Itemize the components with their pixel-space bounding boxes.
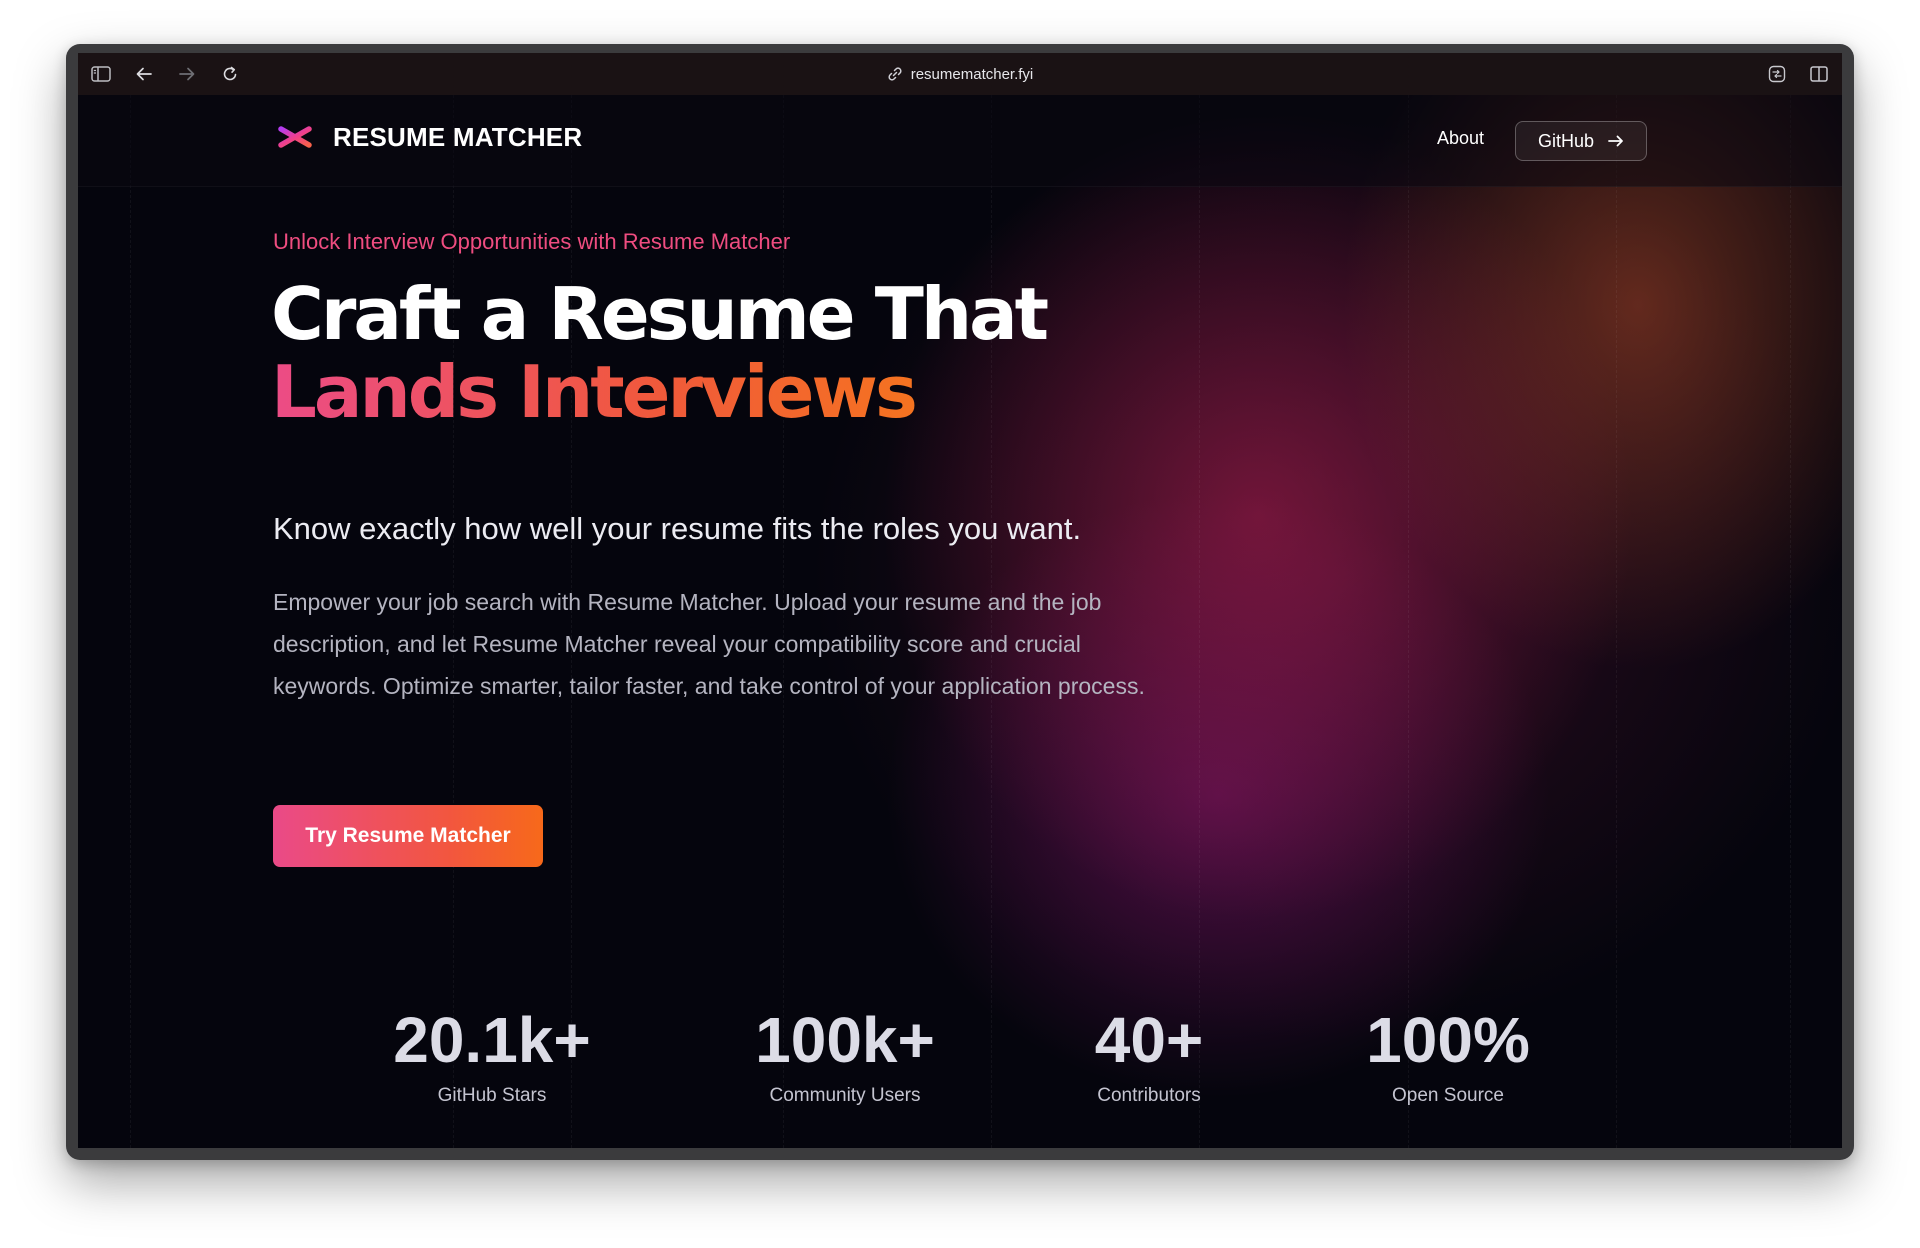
split-view-icon[interactable] <box>1808 63 1830 85</box>
browser-window: resumematcher.fyi RESUME MATCHER About G… <box>66 44 1854 1160</box>
hero-headline: Craft a Resume That Lands Interviews <box>271 272 1049 434</box>
hero-subheading: Know exactly how well your resume fits t… <box>273 511 1082 546</box>
stat-label: GitHub Stars <box>437 1085 547 1106</box>
browser-toolbar: resumematcher.fyi <box>78 53 1842 95</box>
address-bar[interactable]: resumematcher.fyi <box>78 53 1842 95</box>
nav-about-link[interactable]: About <box>1437 128 1484 149</box>
headline-line-1: Craft a Resume That <box>271 272 1049 356</box>
stat-label: Open Source <box>1392 1085 1504 1106</box>
try-resume-matcher-button[interactable]: Try Resume Matcher <box>273 805 543 867</box>
stat-label: Community Users <box>769 1085 921 1106</box>
stat-github-stars: 20.1k+ GitHub Stars <box>342 1005 642 1107</box>
github-button[interactable]: GitHub <box>1515 121 1647 161</box>
hero-eyebrow: Unlock Interview Opportunities with Resu… <box>273 229 791 254</box>
link-icon <box>887 66 903 82</box>
brand-name: RESUME MATCHER <box>333 121 583 152</box>
stat-value: 20.1k+ <box>393 1004 591 1076</box>
grid-line <box>1199 95 1200 1148</box>
stat-value: 40+ <box>1094 1004 1204 1076</box>
extension-icon[interactable] <box>1766 63 1788 85</box>
web-page: RESUME MATCHER About GitHub Unlock Inter… <box>78 95 1842 1148</box>
grid-line <box>130 95 131 1148</box>
grid-line <box>1790 95 1791 1148</box>
stat-contributors: 40+ Contributors <box>999 1005 1299 1107</box>
url-text: resumematcher.fyi <box>910 65 1034 83</box>
stat-value: 100% <box>1366 1004 1530 1076</box>
stat-label: Contributors <box>1097 1085 1201 1106</box>
grid-line <box>1616 95 1617 1148</box>
stat-community-users: 100k+ Community Users <box>695 1005 995 1107</box>
hero-description: Empower your job search with Resume Matc… <box>273 589 1145 699</box>
site-header: RESUME MATCHER About GitHub <box>78 95 1842 187</box>
brand-logo[interactable]: RESUME MATCHER <box>275 117 582 157</box>
stat-value: 100k+ <box>755 1004 935 1076</box>
grid-line <box>1408 95 1409 1148</box>
browser-viewport: resumematcher.fyi RESUME MATCHER About G… <box>78 53 1842 1148</box>
stat-open-source: 100% Open Source <box>1298 1005 1598 1107</box>
headline-line-2: Lands Interviews <box>271 350 918 434</box>
arrow-right-icon <box>1608 135 1623 147</box>
github-button-label: GitHub <box>1537 130 1595 151</box>
asterisk-logo-icon <box>278 118 312 156</box>
